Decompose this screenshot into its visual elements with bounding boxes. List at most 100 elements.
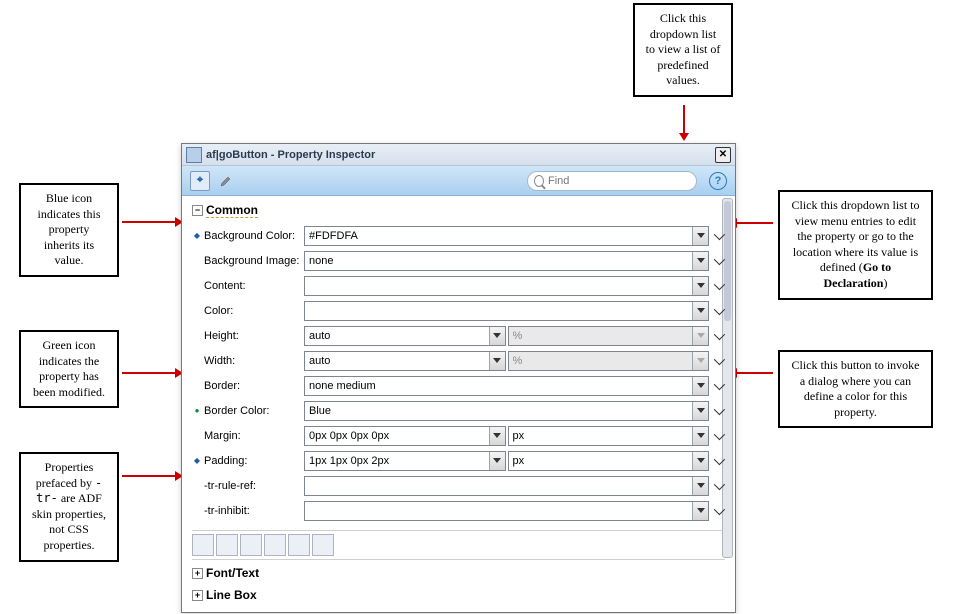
values-dropdown [692,327,708,345]
property-field [304,251,709,271]
callout-right-color: Click this button to invoke a dialog whe… [778,350,933,428]
section-linebox[interactable]: + Line Box [192,586,725,604]
property-combobox[interactable] [304,501,709,521]
property-combobox[interactable] [304,276,709,296]
window-icon [186,147,202,163]
property-field [304,226,709,246]
tool-btn-2[interactable] [216,534,238,556]
property-combobox [508,351,710,371]
property-field [304,501,709,521]
close-button[interactable]: ✕ [715,147,731,163]
scrollbar[interactable] [722,198,733,558]
values-dropdown [692,352,708,370]
property-label: Margin: [202,430,304,442]
titlebar: af|goButton - Property Inspector ✕ [182,144,735,166]
toolbar-button-1[interactable]: ⌖ [190,171,210,191]
property-input[interactable] [509,452,693,470]
search-input[interactable] [548,175,690,187]
property-input[interactable] [305,302,692,320]
values-dropdown[interactable] [692,402,708,420]
tool-btn-6[interactable] [312,534,334,556]
property-row: Border: [192,374,725,397]
callout-left-blue: Blue icon indicates this property inheri… [19,183,119,277]
tool-btn-4[interactable] [264,534,286,556]
values-dropdown[interactable] [692,377,708,395]
collapse-icon[interactable]: − [192,205,203,216]
property-combobox[interactable] [304,251,709,271]
tool-btn-1[interactable] [192,534,214,556]
icon-toolbar [192,530,725,560]
tool-btn-3[interactable] [240,534,262,556]
property-combobox[interactable] [304,401,709,421]
property-field [304,451,709,471]
search-icon [534,175,544,187]
property-label: Color: [202,305,304,317]
toolbar-edit-button[interactable] [216,171,236,191]
property-input[interactable] [305,277,692,295]
property-row: -tr-rule-ref: [192,474,725,497]
values-dropdown[interactable] [692,502,708,520]
property-input[interactable] [305,402,692,420]
values-dropdown[interactable] [692,427,708,445]
property-input[interactable] [305,352,489,370]
values-dropdown[interactable] [489,327,505,345]
toolbar: ⌖ ? [182,166,735,196]
arrow-left2 [122,372,177,374]
property-combobox[interactable] [304,376,709,396]
property-input[interactable] [305,252,692,270]
property-combobox[interactable] [508,451,710,471]
section-label: Common [206,203,258,218]
property-combobox[interactable] [304,451,506,471]
property-combobox[interactable] [304,426,506,446]
values-dropdown[interactable] [489,452,505,470]
property-combobox[interactable] [304,326,506,346]
property-input [509,352,693,370]
property-combobox[interactable] [304,301,709,321]
arrow-left3 [122,475,177,477]
property-input[interactable] [305,377,692,395]
values-dropdown[interactable] [692,477,708,495]
help-button[interactable]: ? [709,172,727,190]
arrow-top [683,105,685,135]
property-input[interactable] [305,227,692,245]
property-row: Color: [192,299,725,322]
section-common[interactable]: − Common [192,203,725,218]
property-field [304,326,709,346]
property-row: ◆Background Color: [192,224,725,247]
section-fonttext[interactable]: + Font/Text [192,564,725,582]
values-dropdown[interactable] [489,352,505,370]
search-box[interactable] [527,171,697,191]
window-title: af|goButton - Property Inspector [206,149,715,161]
values-dropdown[interactable] [692,227,708,245]
property-label: Border Color: [202,405,304,417]
property-combobox[interactable] [304,351,506,371]
expand-icon[interactable]: + [192,568,203,579]
expand-icon[interactable]: + [192,590,203,601]
property-row: Content: [192,274,725,297]
property-field [304,401,709,421]
property-combobox[interactable] [508,426,710,446]
property-input[interactable] [305,452,489,470]
values-dropdown[interactable] [489,427,505,445]
values-dropdown[interactable] [692,452,708,470]
property-combobox[interactable] [304,226,709,246]
property-row: ◆Padding: [192,449,725,472]
property-input[interactable] [305,327,489,345]
tool-btn-5[interactable] [288,534,310,556]
property-label: -tr-rule-ref: [202,480,304,492]
property-input[interactable] [305,427,489,445]
values-dropdown[interactable] [692,302,708,320]
values-dropdown[interactable] [692,277,708,295]
property-label: Content: [202,280,304,292]
property-combobox[interactable] [304,476,709,496]
arrow-right1 [735,222,773,224]
scroll-thumb[interactable] [724,201,731,321]
property-input[interactable] [509,427,693,445]
property-field [304,426,709,446]
property-row: Background Image: [192,249,725,272]
properties-panel: − Common ◆Background Color:Background Im… [182,196,735,612]
property-input[interactable] [305,502,692,520]
values-dropdown[interactable] [692,252,708,270]
property-input[interactable] [305,477,692,495]
property-label: Padding: [202,455,304,467]
